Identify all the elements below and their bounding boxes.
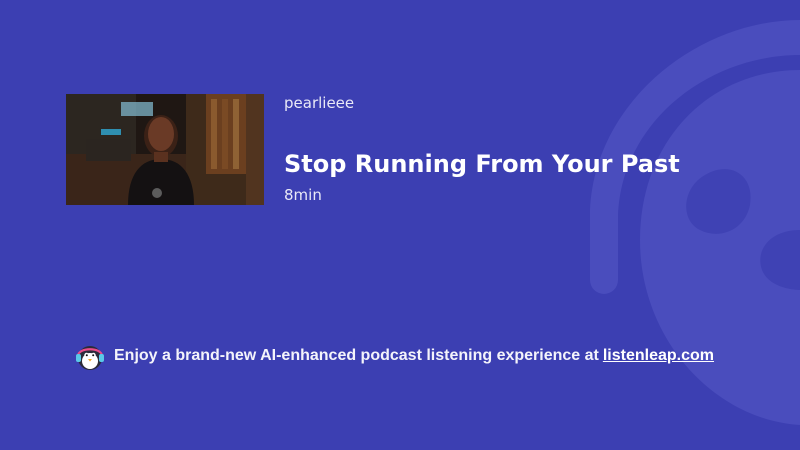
- promo-banner: Enjoy a brand-new AI-enhanced podcast li…: [74, 340, 714, 372]
- promo-text: Enjoy a brand-new AI-enhanced podcast li…: [114, 347, 599, 364]
- episode-thumbnail[interactable]: [66, 94, 264, 205]
- author-name[interactable]: pearlieee: [284, 94, 354, 112]
- background-logo-watermark: [590, 20, 800, 425]
- episode-duration: 8min: [284, 186, 322, 204]
- penguin-headphones-icon: [76, 346, 104, 370]
- video-thumbnail-image: [66, 94, 264, 205]
- episode-title: Stop Running From Your Past: [284, 150, 680, 178]
- listenleap-link[interactable]: listenleap.com: [603, 347, 714, 365]
